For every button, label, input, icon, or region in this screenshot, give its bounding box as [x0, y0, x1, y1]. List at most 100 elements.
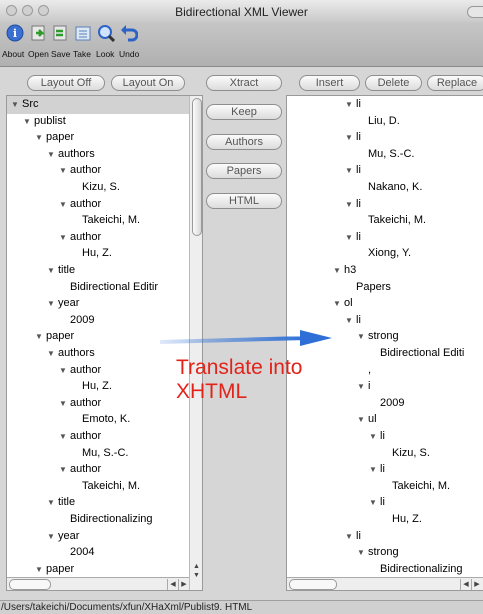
- tree-row[interactable]: ▼ author: [59, 195, 101, 213]
- disclosure-triangle-icon[interactable]: ▼: [59, 162, 70, 180]
- horizontal-scrollbar[interactable]: ◀ ▶: [287, 577, 483, 590]
- scroll-right-icon[interactable]: ▶: [178, 579, 189, 590]
- tree-row[interactable]: ▼ author: [59, 394, 101, 412]
- html-button[interactable]: HTML: [206, 193, 282, 209]
- tree-row[interactable]: ▼ paper: [35, 327, 74, 345]
- tree-row[interactable]: ▼ paper: [35, 560, 74, 578]
- disclosure-triangle-icon[interactable]: ▼: [369, 494, 380, 512]
- disclosure-triangle-icon[interactable]: ▼: [357, 328, 368, 346]
- disclosure-triangle-icon[interactable]: ▼: [59, 362, 70, 380]
- tree-row[interactable]: Bidirectional Editi: [369, 344, 464, 362]
- disclosure-triangle-icon[interactable]: ▼: [369, 428, 380, 446]
- tree-row[interactable]: Bidirectional Editir: [59, 278, 158, 296]
- tree-row[interactable]: ▼ strong: [357, 543, 399, 561]
- tree-row[interactable]: Hu, Z.: [71, 244, 112, 262]
- disclosure-triangle-icon[interactable]: ▼: [59, 395, 70, 413]
- tree-row[interactable]: Takeichi, M.: [357, 211, 426, 229]
- tree-row[interactable]: ▼ author: [59, 427, 101, 445]
- layout-on-button[interactable]: Layout On: [111, 75, 185, 91]
- tree-row[interactable]: ▼ ul: [357, 410, 377, 428]
- tree-row[interactable]: ▼ li: [345, 228, 361, 246]
- disclosure-triangle-icon[interactable]: ▼: [369, 461, 380, 479]
- scroll-right-icon[interactable]: ▶: [471, 579, 482, 590]
- disclosure-triangle-icon[interactable]: ▼: [333, 295, 344, 313]
- tree-row[interactable]: Papers: [345, 278, 391, 296]
- disclosure-triangle-icon[interactable]: ▼: [345, 528, 356, 546]
- tree-row[interactable]: Takeichi, M.: [381, 477, 450, 495]
- replace-button[interactable]: Replace: [427, 75, 483, 91]
- disclosure-triangle-icon[interactable]: ▼: [59, 229, 70, 247]
- tree-row[interactable]: Takeichi, M.: [71, 211, 140, 229]
- disclosure-triangle-icon[interactable]: ▼: [23, 113, 34, 131]
- tree-row[interactable]: ▼ publist: [23, 112, 66, 130]
- tree-row[interactable]: ▼ li: [345, 527, 361, 545]
- tree-row[interactable]: ▼ i: [357, 377, 370, 395]
- authors-button[interactable]: Authors: [206, 134, 282, 150]
- tree-row[interactable]: ▼ author: [59, 460, 101, 478]
- disclosure-triangle-icon[interactable]: ▼: [47, 262, 58, 280]
- layout-off-button[interactable]: Layout Off: [27, 75, 105, 91]
- tree-row[interactable]: ▼ h3: [333, 261, 356, 279]
- undo-button[interactable]: Undo: [118, 24, 140, 59]
- disclosure-triangle-icon[interactable]: ▼: [357, 544, 368, 562]
- disclosure-triangle-icon[interactable]: ▼: [345, 312, 356, 330]
- disclosure-triangle-icon[interactable]: ▼: [345, 196, 356, 214]
- disclosure-triangle-icon[interactable]: ▼: [47, 295, 58, 313]
- tree-row[interactable]: 2004: [59, 543, 94, 561]
- tree-row[interactable]: ▼ authors: [47, 344, 95, 362]
- disclosure-triangle-icon[interactable]: ▼: [35, 328, 46, 346]
- scroll-thumb[interactable]: [192, 98, 202, 236]
- disclosure-triangle-icon[interactable]: ▼: [333, 262, 344, 280]
- tree-row[interactable]: Hu, Z.: [71, 377, 112, 395]
- tree-row[interactable]: ▼ year: [47, 294, 79, 312]
- tree-row[interactable]: 2009: [369, 394, 404, 412]
- tree-row[interactable]: ▼ li: [345, 96, 361, 114]
- disclosure-triangle-icon[interactable]: ▼: [345, 129, 356, 147]
- papers-button[interactable]: Papers: [206, 163, 282, 179]
- tree-row[interactable]: Emoto, K.: [71, 410, 130, 428]
- tree-row[interactable]: Takeichi, M.: [71, 477, 140, 495]
- tree-row[interactable]: Mu, S.-C.: [71, 444, 128, 462]
- disclosure-triangle-icon[interactable]: ▼: [59, 461, 70, 479]
- tree-row[interactable]: ▼ Src: [11, 96, 39, 113]
- tree-row[interactable]: Xiong, Y.: [357, 244, 411, 262]
- disclosure-triangle-icon[interactable]: ▼: [357, 411, 368, 429]
- scroll-arrows-icon[interactable]: ▲ ▼: [191, 562, 202, 580]
- tree-row[interactable]: ▼ year: [47, 527, 79, 545]
- tree-row[interactable]: Mu, S.-C.: [357, 145, 414, 163]
- scroll-left-icon[interactable]: ◀: [460, 579, 471, 590]
- tree-row[interactable]: Nakano, K.: [357, 178, 422, 196]
- tree-row[interactable]: ▼ li: [369, 493, 385, 511]
- disclosure-triangle-icon[interactable]: ▼: [357, 378, 368, 396]
- tree-row[interactable]: ▼ li: [369, 427, 385, 445]
- tree-row[interactable]: ▼ li: [345, 311, 361, 329]
- insert-button[interactable]: Insert: [299, 75, 360, 91]
- tree-row[interactable]: ▼ paper: [35, 128, 74, 146]
- disclosure-triangle-icon[interactable]: ▼: [47, 528, 58, 546]
- disclosure-triangle-icon[interactable]: ▼: [345, 96, 356, 114]
- tree-row[interactable]: ▼ li: [345, 128, 361, 146]
- hscroll-thumb[interactable]: [9, 579, 51, 590]
- tree-row[interactable]: ▼ strong: [357, 327, 399, 345]
- tree-row[interactable]: ▼ author: [59, 228, 101, 246]
- tree-row[interactable]: ▼ author: [59, 361, 101, 379]
- tree-row[interactable]: ▼ title: [47, 493, 75, 511]
- take-button[interactable]: Take: [72, 24, 94, 59]
- tree-row[interactable]: ▼ ol: [333, 294, 353, 312]
- save-button[interactable]: Save: [49, 24, 71, 59]
- disclosure-triangle-icon[interactable]: ▼: [59, 428, 70, 446]
- tree-row[interactable]: Bidirectionalizing: [369, 560, 463, 578]
- disclosure-triangle-icon[interactable]: ▼: [47, 146, 58, 164]
- hscroll-thumb[interactable]: [289, 579, 337, 590]
- tree-row[interactable]: ,: [357, 361, 371, 379]
- toolbar-toggle-icon[interactable]: [467, 6, 483, 18]
- disclosure-triangle-icon[interactable]: ▼: [345, 229, 356, 247]
- tree-row[interactable]: Kizu, S.: [71, 178, 120, 196]
- disclosure-triangle-icon[interactable]: ▼: [59, 196, 70, 214]
- scroll-left-icon[interactable]: ◀: [167, 579, 178, 590]
- disclosure-triangle-icon[interactable]: ▼: [47, 345, 58, 363]
- tree-row[interactable]: ▼ li: [345, 161, 361, 179]
- tree-row[interactable]: ▼ authors: [47, 145, 95, 163]
- tree-row[interactable]: ▼ li: [345, 195, 361, 213]
- tree-row[interactable]: Hu, Z.: [381, 510, 422, 528]
